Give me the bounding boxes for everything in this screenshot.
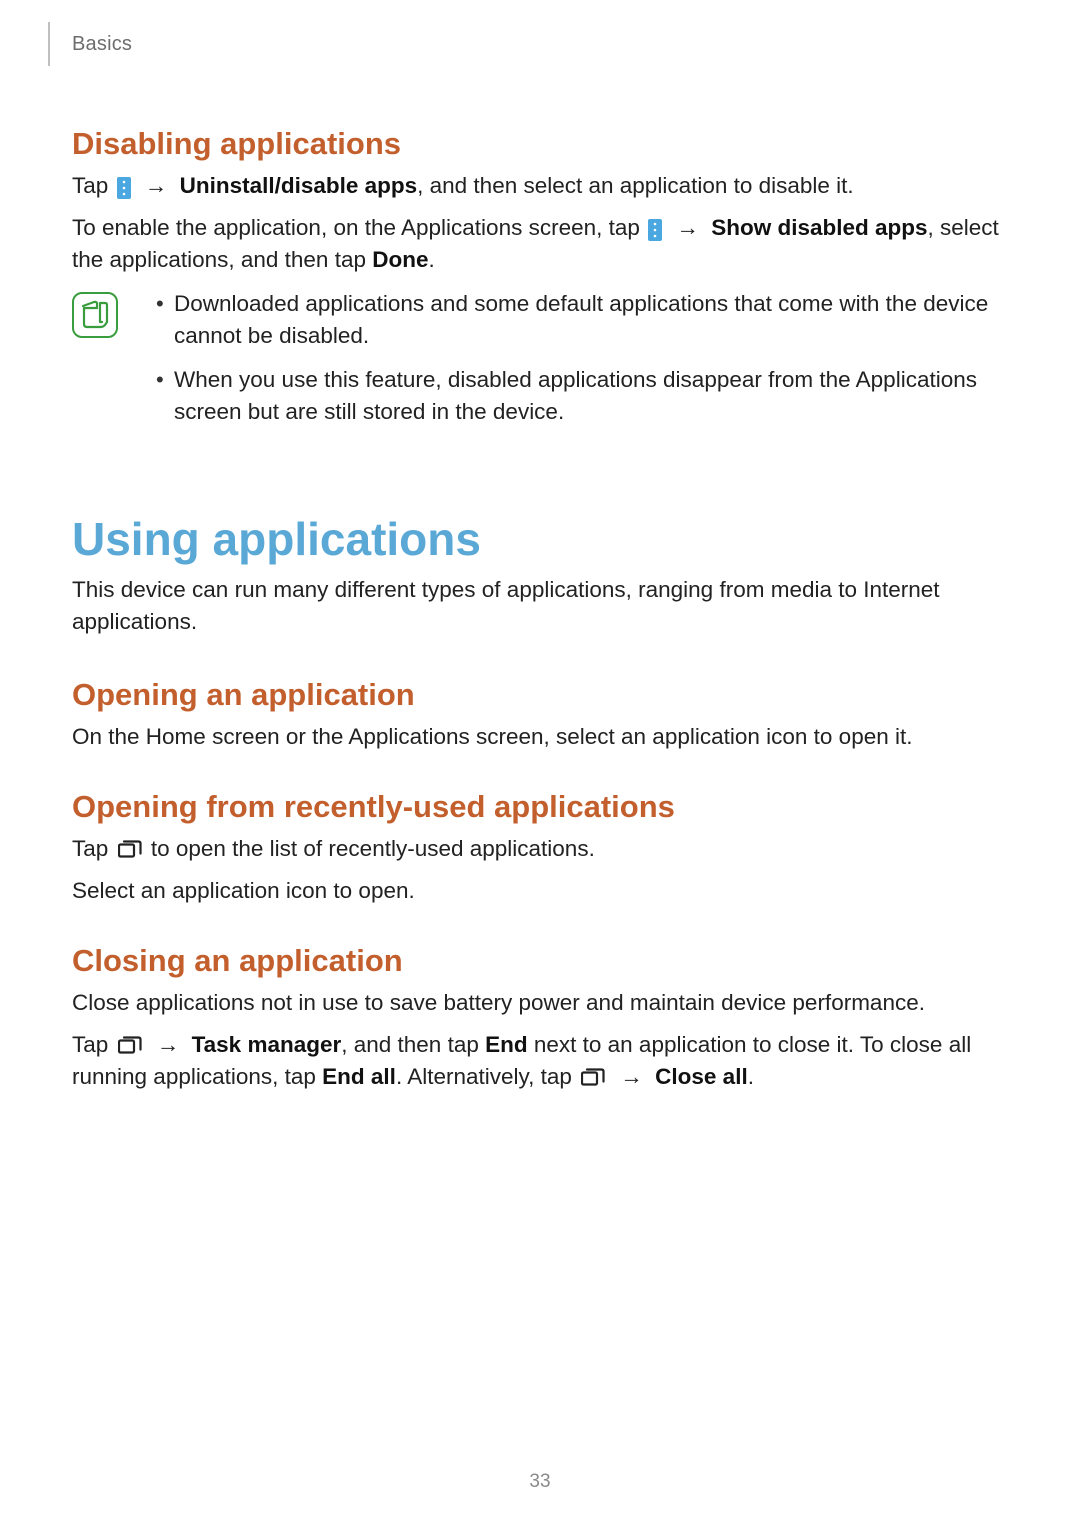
note-icon	[72, 292, 118, 338]
tab-bar-stub	[44, 22, 50, 66]
arrow-icon: →	[614, 1064, 649, 1089]
bold-task-manager: Task manager	[192, 1032, 342, 1057]
text-tap: Tap	[72, 1032, 108, 1057]
text-end: .	[748, 1064, 754, 1089]
text-pre: To enable the application, on the Applic…	[72, 215, 640, 240]
note-item: When you use this feature, disabled appl…	[156, 364, 1008, 428]
heading-opening-application: Opening an application	[72, 677, 1008, 713]
recent-paragraph-2: Select an application icon to open.	[72, 875, 1008, 907]
more-options-icon	[648, 219, 662, 241]
heading-opening-recent: Opening from recently-used applications	[72, 789, 1008, 825]
heading-disabling-applications: Disabling applications	[72, 126, 1008, 162]
bold-end-all: End all	[322, 1064, 396, 1089]
text-tap: Tap	[72, 173, 108, 198]
text-rest: to open the list of recently-used applic…	[151, 836, 595, 861]
text-end: .	[428, 247, 434, 272]
text-tap: Tap	[72, 836, 108, 861]
recent-apps-icon	[117, 839, 143, 861]
text-mid1: , and then tap	[341, 1032, 485, 1057]
heading-using-applications: Using applications	[72, 512, 1008, 566]
bold-end: End	[485, 1032, 528, 1057]
closing-paragraph-1: Close applications not in use to save ba…	[72, 987, 1008, 1019]
arrow-icon: →	[151, 1032, 186, 1057]
arrow-icon: →	[139, 173, 174, 198]
recent-paragraph-1: Tap to open the list of recently-used ap…	[72, 833, 1008, 865]
heading-closing-application: Closing an application	[72, 943, 1008, 979]
note-item: Downloaded applications and some default…	[156, 288, 1008, 352]
arrow-icon: →	[670, 215, 705, 240]
bold-done: Done	[372, 247, 428, 272]
opening-body: On the Home screen or the Applications s…	[72, 721, 1008, 753]
page-number: 33	[0, 1471, 1080, 1493]
closing-paragraph-2: Tap → Task manager, and then tap End nex…	[72, 1029, 1008, 1093]
disabling-paragraph-2: To enable the application, on the Applic…	[72, 212, 1008, 276]
bold-show-disabled-apps: Show disabled apps	[711, 215, 927, 240]
note-block: Downloaded applications and some default…	[72, 288, 1008, 440]
using-intro: This device can run many different types…	[72, 574, 1008, 638]
note-list: Downloaded applications and some default…	[136, 288, 1008, 440]
page-content: Disabling applications Tap → Uninstall/d…	[72, 100, 1008, 1103]
disabling-paragraph-1: Tap → Uninstall/disable apps, and then s…	[72, 170, 1008, 202]
breadcrumb: Basics	[72, 33, 132, 56]
bold-uninstall-disable-apps: Uninstall/disable apps	[180, 173, 418, 198]
recent-apps-icon	[117, 1035, 143, 1057]
text-mid3: . Alternatively, tap	[396, 1064, 578, 1089]
page-header: Basics	[0, 22, 132, 66]
manual-page: Basics Disabling applications Tap → Unin…	[0, 0, 1080, 1527]
bold-close-all: Close all	[655, 1064, 748, 1089]
recent-apps-icon	[580, 1067, 606, 1089]
text-rest: , and then select an application to disa…	[417, 173, 854, 198]
more-options-icon	[117, 177, 131, 199]
